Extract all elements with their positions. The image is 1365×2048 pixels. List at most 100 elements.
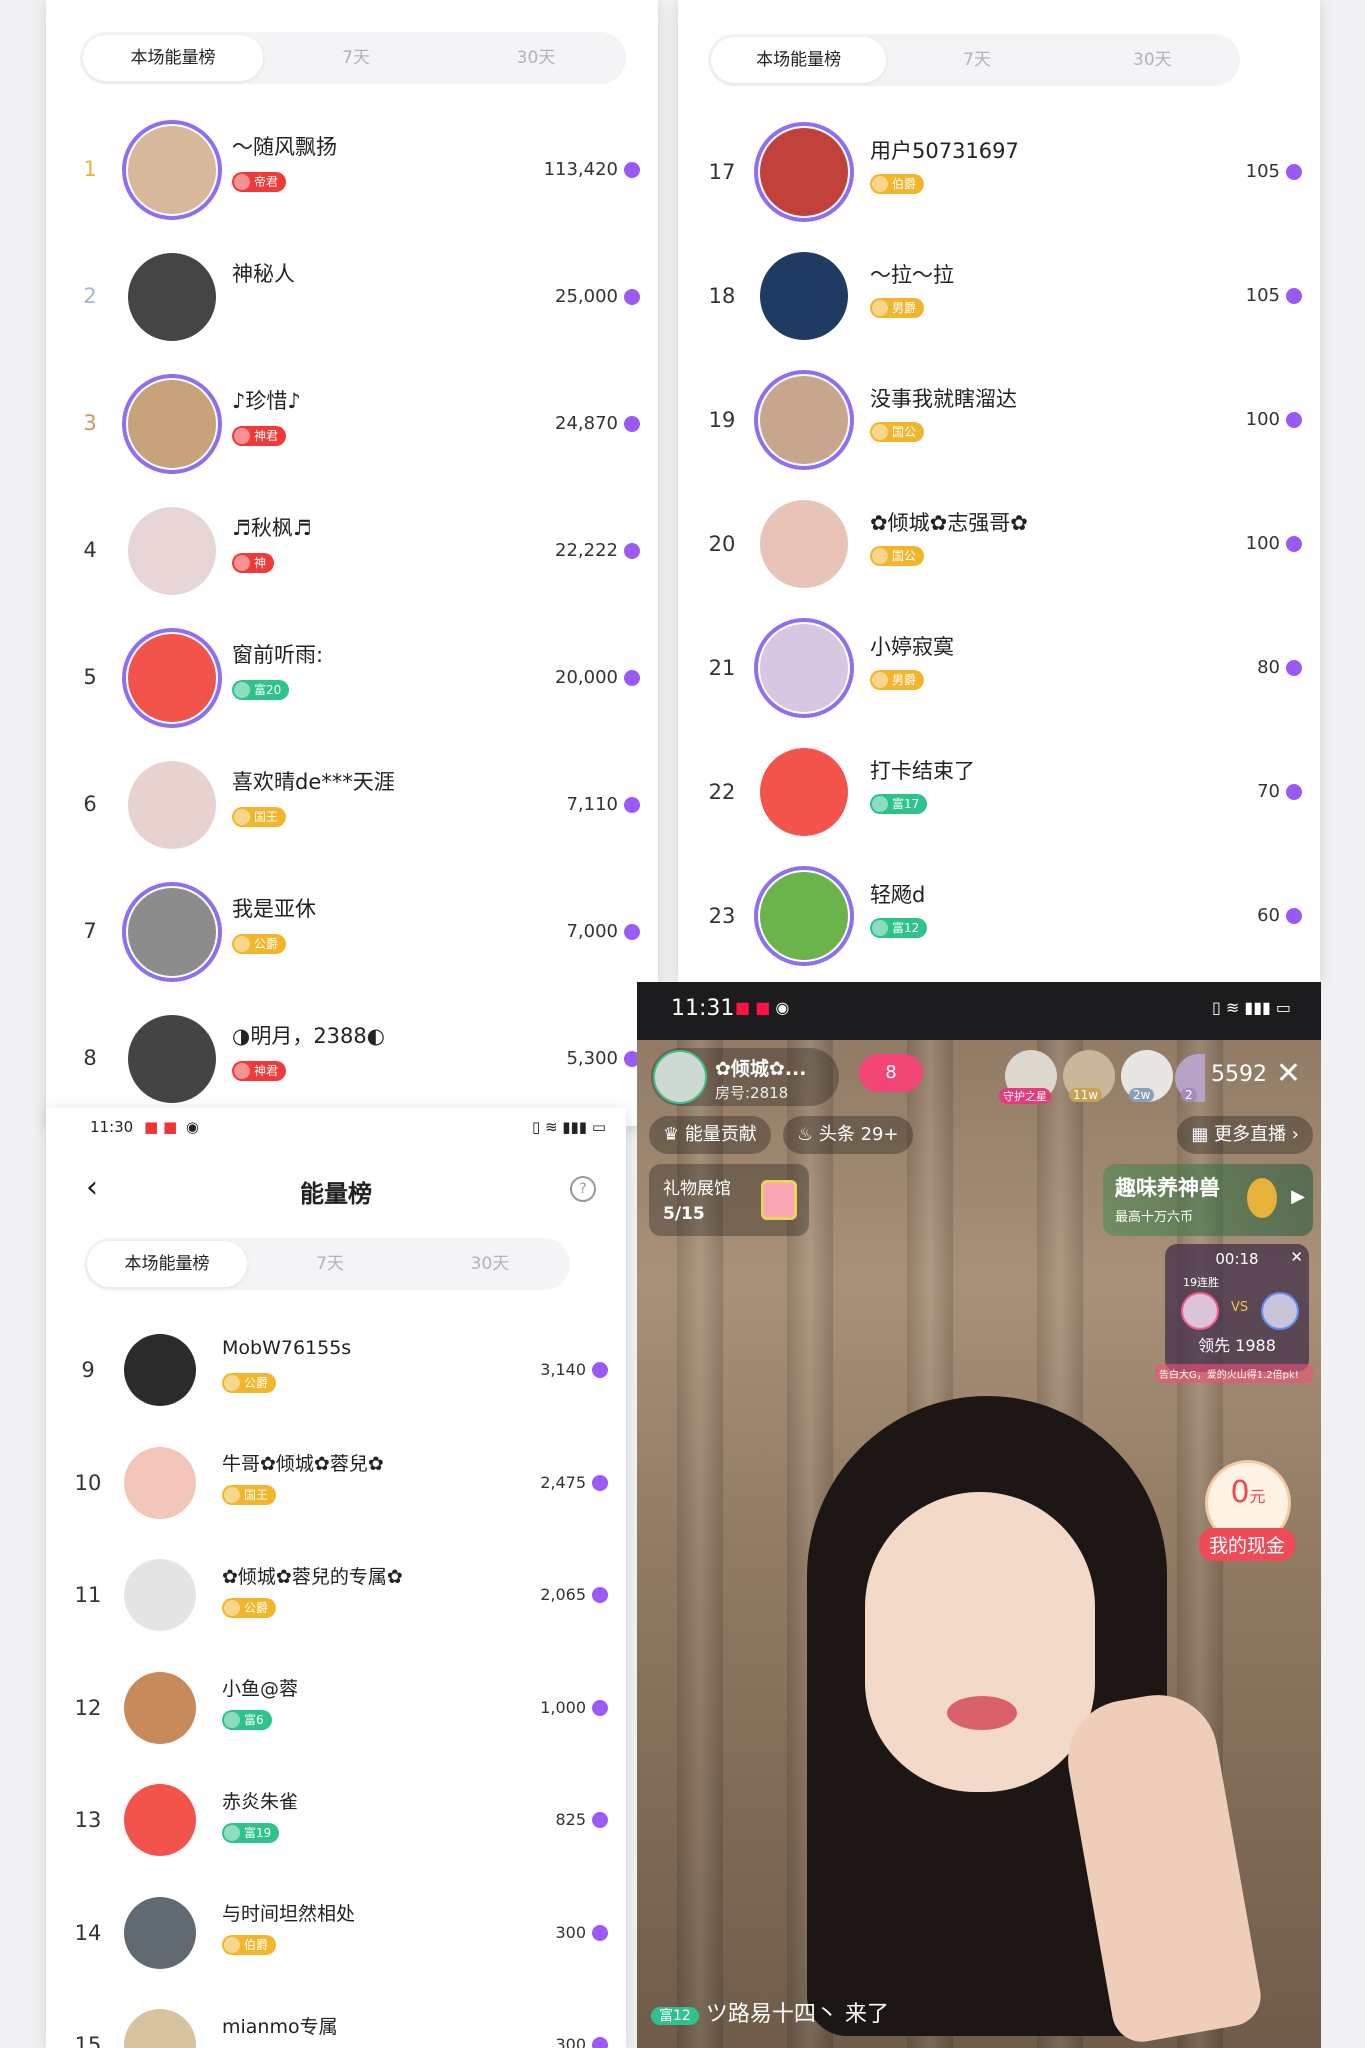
tab-7-days[interactable]: 7天 <box>266 32 446 84</box>
tab-30-days[interactable]: 30天 <box>410 1238 570 1290</box>
user-name[interactable]: 与时间坦然相处 <box>222 1899 355 1926</box>
gift-hall-card[interactable]: 礼物展馆 5/15 <box>649 1164 809 1236</box>
tab-7-days[interactable]: 7天 <box>250 1238 410 1290</box>
tab-this-show[interactable]: 本场能量榜 <box>711 37 887 83</box>
avatar[interactable] <box>760 624 848 712</box>
user-name[interactable]: ✿倾城✿志强哥✿ <box>870 507 1028 537</box>
leaderboard-row[interactable]: 9 MobW76155s 公爵 3,140 <box>46 1314 626 1427</box>
help-icon[interactable]: ? <box>570 1176 596 1202</box>
leaderboard-row[interactable]: 18 ～拉～拉 男爵 105 <box>678 234 1320 358</box>
user-name[interactable]: ～随风飘扬 <box>232 131 337 161</box>
avatar[interactable] <box>128 506 216 595</box>
promo-banner[interactable]: 趣味养神兽 最高十万六币 ▶ <box>1103 1164 1313 1236</box>
tab-7-days[interactable]: 7天 <box>889 34 1064 86</box>
avatar[interactable] <box>128 1014 216 1103</box>
rank-number: 1 <box>83 157 97 181</box>
user-name[interactable]: ♬秋枫♬ <box>232 512 312 542</box>
tab-this-show[interactable]: 本场能量榜 <box>83 35 263 81</box>
period-tabs: 本场能量榜 7天 30天 <box>84 1238 570 1290</box>
avatar[interactable] <box>760 376 848 464</box>
leaderboard-row[interactable]: 3 ♪珍惜♪ 神君 24,870 <box>46 360 658 487</box>
viewer-count[interactable]: 5592 <box>1211 1062 1267 1087</box>
avatar[interactable] <box>760 252 848 340</box>
period-tabs: 本场能量榜 7天 30天 <box>708 34 1240 86</box>
avatar[interactable] <box>128 633 216 722</box>
user-name[interactable]: 神秘人 <box>232 258 295 288</box>
user-name[interactable]: ◑明月，2388◐ <box>232 1020 385 1050</box>
avatar[interactable] <box>128 887 216 976</box>
leaderboard-row[interactable]: 7 我是亚休 公爵 7,000 <box>46 868 658 995</box>
notification-icons: ■ ■ ◉ <box>735 998 790 1017</box>
avatar[interactable] <box>124 1896 197 1969</box>
user-name[interactable]: 小婷寂寞 <box>870 631 954 661</box>
avatar[interactable] <box>124 2009 197 2048</box>
energy-coin-icon <box>1286 288 1302 304</box>
host-card[interactable]: ✿倾城✿... 房号:2818 <box>651 1048 839 1106</box>
streamer-video <box>787 1396 1266 2048</box>
more-live-button[interactable]: ▦ 更多直播 › <box>1177 1116 1313 1154</box>
leaderboard-row[interactable]: 1 ～随风飘扬 帝君 113,420 <box>46 106 658 233</box>
energy-contribution-button[interactable]: ♛ 能量贡献 <box>649 1116 771 1154</box>
user-name[interactable]: 没事我就瞎溜达 <box>870 383 1017 413</box>
avatar[interactable] <box>124 1784 197 1857</box>
avatar[interactable] <box>760 500 848 588</box>
leaderboard-row[interactable]: 13 赤炎朱雀 富19 825 <box>46 1764 626 1877</box>
avatar[interactable] <box>760 128 848 216</box>
user-name[interactable]: 牛哥✿倾城✿蓉兒✿ <box>222 1449 384 1476</box>
energy-score: 3,140 <box>540 1360 586 1379</box>
leaderboard-row[interactable]: 10 牛哥✿倾城✿蓉兒✿ 国王 2,475 <box>46 1427 626 1540</box>
user-name[interactable]: 轻飏d <box>870 879 925 909</box>
pk-widget[interactable]: 00:18 ✕ 19连胜 VS 领先 1988 <box>1165 1244 1309 1372</box>
leaderboard-row[interactable]: 17 用户50731697 伯爵 105 <box>678 110 1320 234</box>
user-name[interactable]: 喜欢晴de***天涯 <box>232 766 395 796</box>
energy-coin-icon <box>1286 660 1302 676</box>
avatar[interactable] <box>128 252 216 341</box>
leaderboard-row[interactable]: 4 ♬秋枫♬ 神 22,222 <box>46 487 658 614</box>
avatar[interactable] <box>124 1671 197 1744</box>
energy-score: 70 <box>1257 781 1280 802</box>
leaderboard-row[interactable]: 22 打卡结束了 富17 70 <box>678 730 1320 854</box>
user-name[interactable]: ♪珍惜♪ <box>232 385 301 415</box>
leaderboard-row[interactable]: 5 窗前听雨: 富20 20,000 <box>46 614 658 741</box>
user-name[interactable]: 窗前听雨: <box>232 639 323 669</box>
user-name[interactable]: 打卡结束了 <box>870 755 975 785</box>
avatar[interactable] <box>128 760 216 849</box>
rank-number: 20 <box>708 532 736 556</box>
leaderboard-row[interactable]: 23 轻飏d 富12 60 <box>678 854 1320 978</box>
avatar[interactable] <box>124 1559 197 1632</box>
leaderboard-row[interactable]: 15 mianmo专属 300 <box>46 1989 626 2048</box>
close-icon[interactable]: ✕ <box>1290 1248 1303 1266</box>
avatar[interactable] <box>124 1446 197 1519</box>
user-name[interactable]: MobW76155s <box>222 1337 351 1359</box>
leaderboard-row[interactable]: 14 与时间坦然相处 伯爵 300 <box>46 1877 626 1990</box>
avatar[interactable] <box>124 1334 197 1407</box>
avatar[interactable] <box>128 125 216 214</box>
user-name[interactable]: 赤炎朱雀 <box>222 1787 298 1814</box>
avatar[interactable] <box>760 872 848 960</box>
user-name[interactable]: 我是亚休 <box>232 893 316 923</box>
follow-heart-button[interactable]: 8 <box>859 1054 923 1092</box>
close-icon[interactable]: ✕ <box>1276 1056 1301 1091</box>
leaderboard-row[interactable]: 8 ◑明月，2388◐ 神君 5,300 <box>46 995 658 1122</box>
leaderboard-row[interactable]: 21 小婷寂寞 男爵 80 <box>678 606 1320 730</box>
user-name[interactable]: ～拉～拉 <box>870 259 954 289</box>
leaderboard-row[interactable]: 6 喜欢晴de***天涯 国王 7,110 <box>46 741 658 868</box>
leaderboard-row[interactable]: 11 ✿倾城✿蓉兒的专属✿ 公爵 2,065 <box>46 1539 626 1652</box>
avatar[interactable] <box>760 748 848 836</box>
leaderboard-row[interactable]: 20 ✿倾城✿志强哥✿ 国公 100 <box>678 482 1320 606</box>
energy-coin-icon <box>1286 164 1302 180</box>
notification-icons: ■ ■ <box>144 1118 178 1136</box>
avatar[interactable] <box>128 379 216 468</box>
viewer-avatars[interactable]: 守护之星 11w 2w 2 <box>999 1050 1205 1106</box>
leaderboard-row[interactable]: 2 神秘人 25,000 <box>46 233 658 360</box>
user-name[interactable]: ✿倾城✿蓉兒的专属✿ <box>222 1562 403 1589</box>
leaderboard-row[interactable]: 19 没事我就瞎溜达 国公 100 <box>678 358 1320 482</box>
headline-button[interactable]: ♨ 头条 29+ <box>783 1116 913 1154</box>
tab-this-show[interactable]: 本场能量榜 <box>87 1241 247 1287</box>
leaderboard-row[interactable]: 12 小鱼@蓉 富6 1,000 <box>46 1652 626 1765</box>
tab-30-days[interactable]: 30天 <box>1065 34 1240 86</box>
user-name[interactable]: 小鱼@蓉 <box>222 1674 298 1701</box>
user-name[interactable]: 用户50731697 <box>870 135 1019 165</box>
user-name[interactable]: mianmo专属 <box>222 2012 338 2039</box>
tab-30-days[interactable]: 30天 <box>446 32 626 84</box>
